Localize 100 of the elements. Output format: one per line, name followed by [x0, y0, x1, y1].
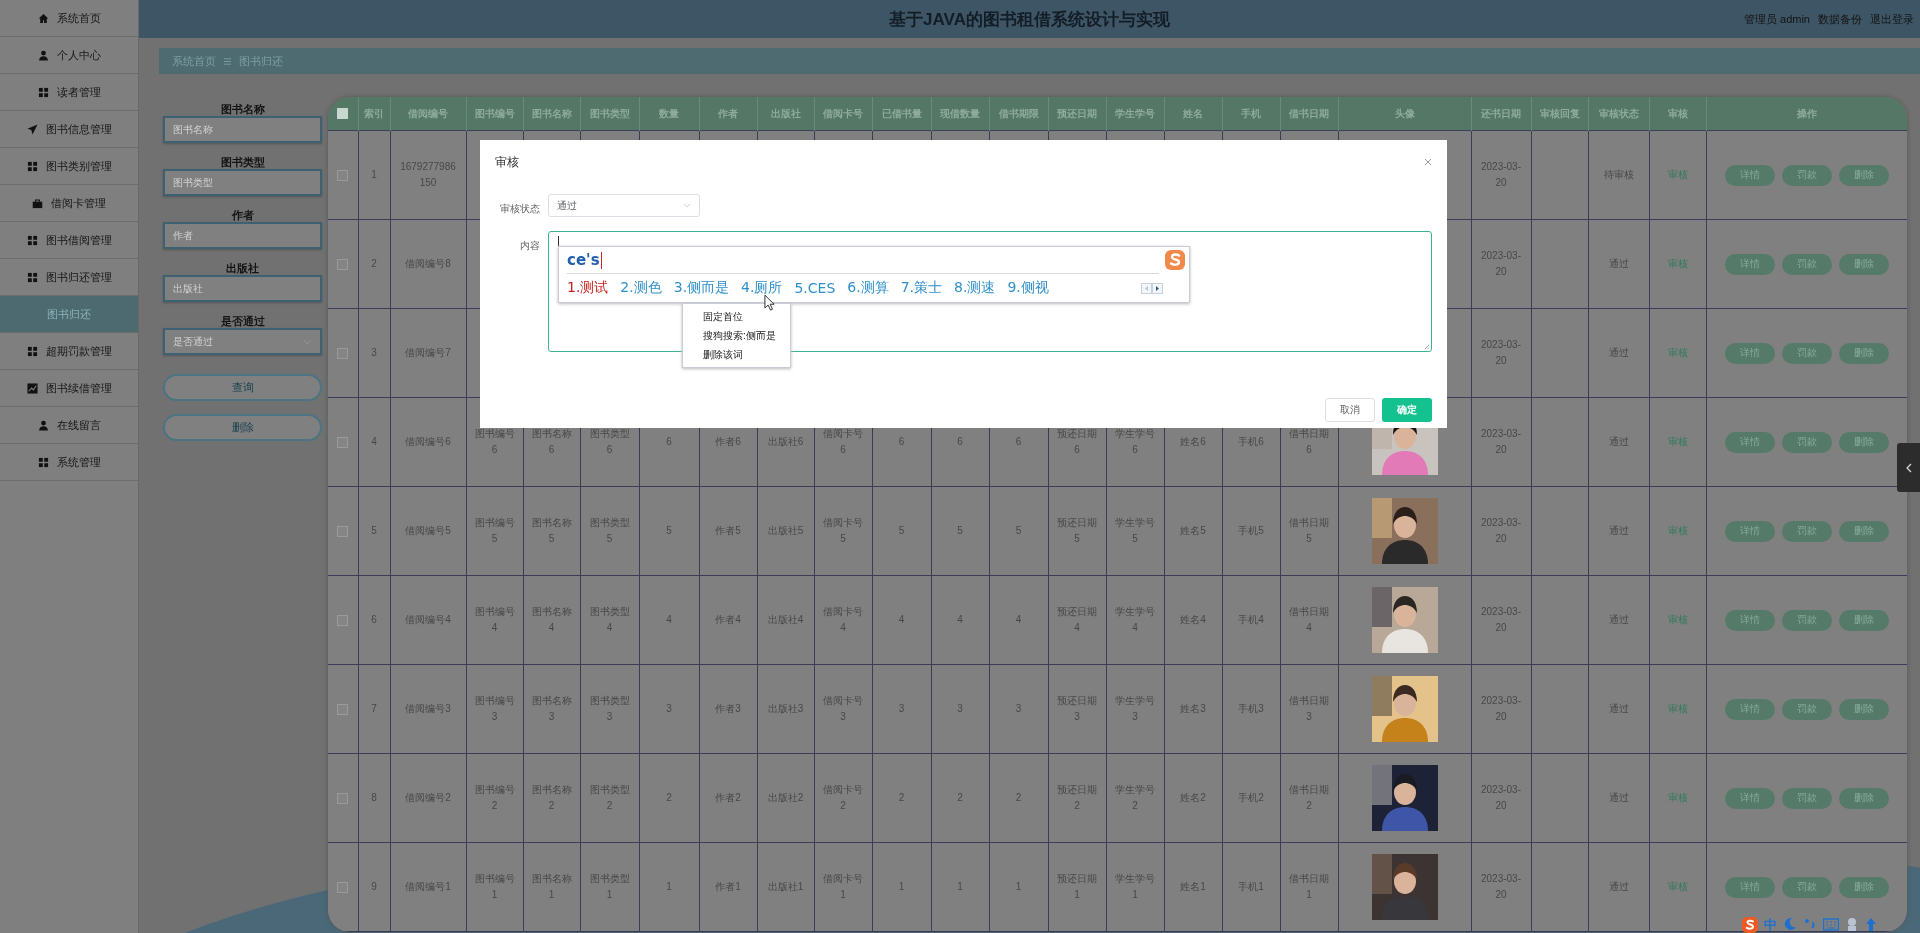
- column-header: 头像: [1394, 107, 1415, 119]
- ime-candidate[interactable]: 3.侧而是: [673, 279, 730, 297]
- sidebar-item[interactable]: 超期罚款管理: [0, 333, 138, 370]
- column-header: 数量: [659, 107, 679, 119]
- keyboard-icon[interactable]: [1823, 917, 1839, 931]
- sidebar-item[interactable]: 图书信息管理: [0, 111, 138, 148]
- input-field[interactable]: 图书类型: [163, 169, 322, 196]
- ime-candidate[interactable]: 5.CES: [794, 280, 836, 296]
- row-checkbox[interactable]: [337, 792, 349, 804]
- sidebar-item[interactable]: 图书续借管理: [0, 370, 138, 407]
- row-checkbox[interactable]: [337, 703, 349, 715]
- row-checkbox[interactable]: [337, 169, 349, 181]
- cancel-button[interactable]: 取消: [1325, 398, 1375, 422]
- grid-icon: [37, 456, 49, 468]
- row-checkbox[interactable]: [337, 881, 349, 893]
- table-cell: 4: [957, 614, 963, 625]
- ime-candidate[interactable]: 2.测色: [620, 279, 662, 297]
- chevron-down-icon: [683, 203, 691, 208]
- input-field[interactable]: 出版社: [163, 275, 322, 302]
- chart-icon: [26, 382, 38, 394]
- review-link[interactable]: 审核: [1667, 792, 1688, 803]
- review-link[interactable]: 审核: [1667, 703, 1688, 714]
- review-link[interactable]: 审核: [1667, 169, 1688, 180]
- input-mode-toggle[interactable]: 中: [1764, 917, 1777, 933]
- sidebar-item[interactable]: 在线留言: [0, 407, 138, 444]
- column-header: 借阅卡号: [823, 107, 863, 119]
- field-label: 内容: [519, 239, 541, 253]
- grid-icon: [26, 234, 38, 246]
- review-link[interactable]: 审核: [1667, 881, 1688, 892]
- menu-item[interactable]: 删除该词: [683, 345, 790, 364]
- table-cell: 2023-03-20: [1481, 606, 1521, 633]
- ime-candidate[interactable]: 4.厕所: [741, 279, 783, 297]
- sidebar-item[interactable]: 系统管理: [0, 444, 138, 481]
- select-field[interactable]: 是否通过: [163, 328, 322, 355]
- ime-composition: ce's: [567, 251, 600, 269]
- grid-icon: [26, 345, 38, 357]
- row-checkbox[interactable]: [337, 347, 349, 359]
- row-checkbox[interactable]: [337, 258, 349, 270]
- column-header: 操作: [1796, 107, 1817, 119]
- sidebar-item[interactable]: 图书类别管理: [0, 148, 138, 185]
- text-caret: [558, 236, 559, 247]
- status-select[interactable]: 通过: [548, 194, 700, 217]
- ime-candidate[interactable]: 8.测速: [954, 279, 996, 297]
- row-checkbox[interactable]: [337, 614, 349, 626]
- column-header: 现借数量: [940, 107, 980, 119]
- sidebar-item[interactable]: 读者管理: [0, 74, 138, 111]
- panel-toggle-button[interactable]: [1897, 443, 1920, 492]
- table-cell: 2023-03-20: [1481, 250, 1521, 277]
- ime-candidate[interactable]: 6.测算: [847, 279, 889, 297]
- table-cell: 2023-03-20: [1481, 161, 1521, 188]
- home-icon: [37, 12, 49, 24]
- ime-candidate[interactable]: 9.侧视: [1007, 279, 1049, 297]
- table-cell: 2023-03-20: [1481, 784, 1521, 811]
- row-checkbox[interactable]: [337, 436, 349, 448]
- review-link[interactable]: 审核: [1667, 525, 1688, 536]
- sidebar-item[interactable]: 图书借阅管理: [0, 222, 138, 259]
- field-label: 出版社: [225, 261, 260, 275]
- row-checkbox[interactable]: [337, 525, 349, 537]
- table-cell: 3: [666, 703, 672, 714]
- next-page-icon[interactable]: [1152, 282, 1163, 294]
- input-field[interactable]: 作者: [163, 222, 322, 249]
- table-cell: 4: [371, 436, 377, 447]
- logo-icon[interactable]: [1742, 917, 1758, 933]
- column-header: 出版社: [770, 107, 801, 119]
- arrow-up-icon[interactable]: [1865, 917, 1877, 931]
- column-header: 索引: [364, 107, 384, 119]
- resize-grip-icon[interactable]: [1424, 344, 1430, 350]
- select-all-checkbox[interactable]: [337, 108, 349, 120]
- user-icon[interactable]: [1845, 917, 1859, 931]
- column-header: 姓名: [1183, 107, 1203, 119]
- header-link[interactable]: 数据备份: [1818, 11, 1862, 27]
- column-header: 学生学号: [1115, 107, 1155, 119]
- header-link[interactable]: 退出登录: [1870, 11, 1914, 27]
- grid-icon: [26, 160, 38, 172]
- menu-item[interactable]: 搜狗搜索:侧而是: [683, 326, 790, 345]
- app-title: 基于JAVA的图书租借系统设计与实现: [889, 9, 1170, 29]
- sidebar-item[interactable]: 借阅卡管理: [0, 185, 138, 222]
- ime-candidate[interactable]: 1.测试: [567, 279, 609, 297]
- sidebar-subitem[interactable]: 图书归还: [0, 296, 138, 333]
- menu-item[interactable]: 固定首位: [683, 307, 790, 326]
- review-link[interactable]: 审核: [1667, 614, 1688, 625]
- review-link[interactable]: 审核: [1667, 347, 1688, 358]
- punctuation-icon[interactable]: [1803, 917, 1817, 931]
- user-label: 管理员 admin: [1743, 11, 1810, 27]
- moon-icon[interactable]: [1783, 917, 1797, 931]
- search-button[interactable]: 查询: [163, 374, 322, 401]
- sidebar-item[interactable]: 个人中心: [0, 37, 138, 74]
- separator-icon: [223, 56, 232, 66]
- table-cell: 2023-03-20: [1481, 873, 1521, 900]
- grid-icon: [26, 271, 38, 283]
- table-cell: 3: [1015, 703, 1022, 714]
- review-link[interactable]: 审核: [1667, 258, 1688, 269]
- search-button[interactable]: 删除: [163, 414, 322, 441]
- sidebar-item[interactable]: 系统首页: [0, 0, 138, 37]
- review-link[interactable]: 审核: [1667, 436, 1688, 447]
- input-field[interactable]: 图书名称: [163, 116, 322, 143]
- confirm-button[interactable]: 确定: [1382, 398, 1432, 422]
- ime-candidate[interactable]: 7.策士: [900, 279, 943, 297]
- close-icon[interactable]: [1424, 158, 1432, 166]
- column-header: 手机: [1241, 107, 1261, 119]
